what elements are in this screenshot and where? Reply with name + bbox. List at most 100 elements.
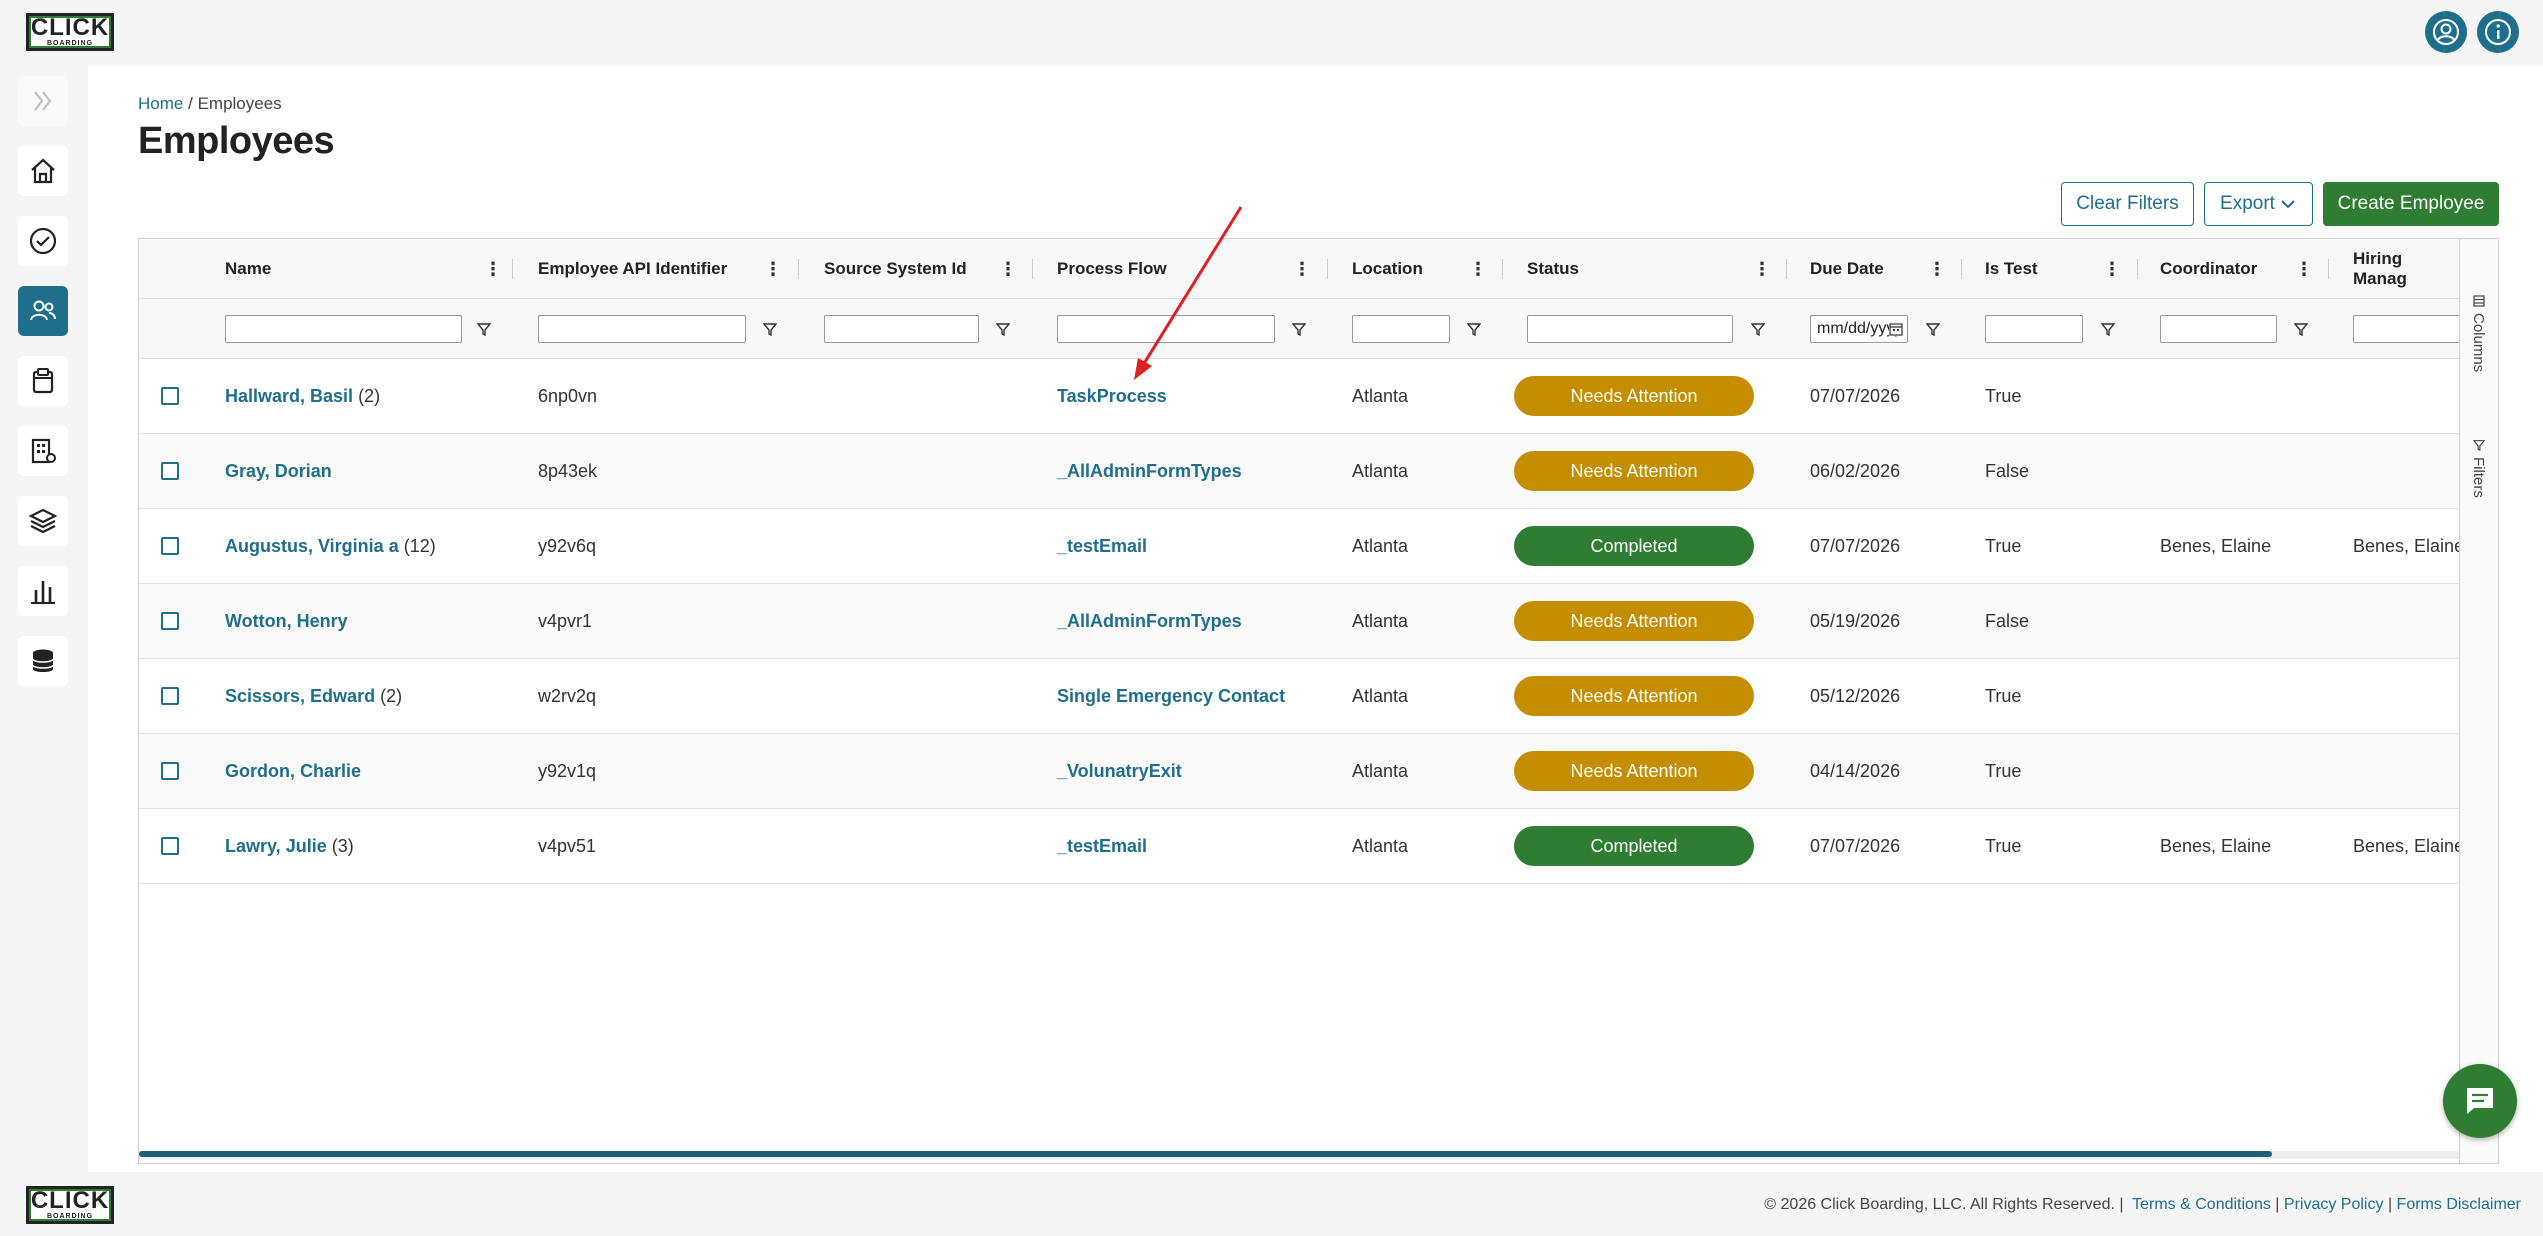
table-row[interactable]: Scissors, Edward (2) w2rv2q Single Emergenc… <box>139 659 2459 734</box>
process-flow-link[interactable]: _AllAdminFormTypes <box>1057 611 1242 632</box>
filter-icon[interactable] <box>2292 318 2310 340</box>
filter-input-status[interactable] <box>1527 315 1733 343</box>
cell-due-date: 07/07/2026 <box>1810 536 1901 556</box>
horizontal-scrollbar-thumb[interactable] <box>139 1151 2272 1157</box>
table-row[interactable]: Gordon, Charlie y92v1q _VolunatryExit Atlan… <box>139 734 2459 809</box>
cell-name: Gordon, Charlie <box>225 734 366 809</box>
clipboard-icon[interactable] <box>18 356 68 406</box>
filter-input-is-test[interactable] <box>1985 315 2083 343</box>
filter-icon[interactable] <box>994 318 1012 340</box>
filter-input-location[interactable] <box>1352 315 1450 343</box>
row-checkbox[interactable] <box>161 387 179 405</box>
filter-icon[interactable] <box>1290 318 1308 340</box>
app-logo[interactable]: CLICK BOARDING <box>26 13 114 51</box>
col-header-location[interactable]: Location <box>1352 239 1423 299</box>
chat-button[interactable] <box>2443 1064 2517 1138</box>
column-divider <box>1786 259 1787 279</box>
filter-input-due-date[interactable]: mm/dd/yyyy <box>1810 315 1908 343</box>
footer-separator: | <box>2275 1196 2280 1213</box>
filter-icon[interactable] <box>761 318 779 340</box>
column-menu-icon[interactable]: ⋮ <box>2295 239 2313 299</box>
row-checkbox[interactable] <box>161 462 179 480</box>
terms-link[interactable]: Terms & Conditions <box>2132 1196 2271 1213</box>
bar-chart-icon[interactable] <box>18 566 68 616</box>
employee-name-link[interactable]: Wotton, Henry <box>225 611 348 632</box>
column-menu-icon[interactable]: ⋮ <box>1469 239 1487 299</box>
row-checkbox[interactable] <box>161 762 179 780</box>
employee-name-link[interactable]: Augustus, Virginia a <box>225 536 399 557</box>
row-checkbox[interactable] <box>161 537 179 555</box>
disclaimer-link[interactable]: Forms Disclaimer <box>2397 1196 2521 1213</box>
people-icon[interactable] <box>18 286 68 336</box>
filter-icon[interactable] <box>2099 318 2117 340</box>
table-row[interactable]: Augustus, Virginia a (12) y92v6q _testEmail… <box>139 509 2459 584</box>
filter-icon[interactable] <box>1465 318 1483 340</box>
employee-name-link[interactable]: Gordon, Charlie <box>225 761 361 782</box>
col-header-source-id[interactable]: Source System Id <box>824 239 967 299</box>
process-flow-link[interactable]: _AllAdminFormTypes <box>1057 461 1242 482</box>
col-header-status[interactable]: Status <box>1527 239 1579 299</box>
row-checkbox[interactable] <box>161 612 179 630</box>
col-header-name[interactable]: Name <box>225 239 271 299</box>
user-circle-icon[interactable] <box>2425 11 2467 53</box>
filter-icon[interactable] <box>1749 318 1767 340</box>
table-row[interactable]: Hallward, Basil (2) 6np0vn TaskProcess Atlan… <box>139 359 2459 434</box>
employee-name-link[interactable]: Gray, Dorian <box>225 461 332 482</box>
col-header-hiring-manager[interactable]: Hiring Manag <box>2353 239 2459 299</box>
row-checkbox[interactable] <box>161 687 179 705</box>
column-menu-icon[interactable]: ⋮ <box>1293 239 1311 299</box>
column-menu-icon[interactable]: ⋮ <box>764 239 782 299</box>
filter-icon[interactable] <box>475 318 493 340</box>
filter-input-name[interactable] <box>225 315 462 343</box>
filter-input-api-id[interactable] <box>538 315 746 343</box>
privacy-link[interactable]: Privacy Policy <box>2284 1196 2384 1213</box>
cell-due-date: 05/12/2026 <box>1810 686 1901 706</box>
table-row[interactable]: Gray, Dorian 8p43ek _AllAdminFormTypes Atla… <box>139 434 2459 509</box>
col-header-is-test[interactable]: Is Test <box>1985 239 2038 299</box>
col-header-coordinator[interactable]: Coordinator <box>2160 239 2257 299</box>
export-button[interactable]: Export <box>2204 182 2313 226</box>
clear-filters-button[interactable]: Clear Filters <box>2061 182 2194 226</box>
create-employee-button[interactable]: Create Employee <box>2323 182 2499 226</box>
column-menu-icon[interactable]: ⋮ <box>1753 239 1771 299</box>
building-settings-icon[interactable] <box>18 426 68 476</box>
breadcrumb: Home / Employees <box>138 94 282 114</box>
employee-name-link[interactable]: Lawry, Julie <box>225 836 327 857</box>
info-icon[interactable] <box>2477 11 2519 53</box>
filter-input-hiring-manager[interactable] <box>2353 315 2459 343</box>
filter-input-process-flow[interactable] <box>1057 315 1275 343</box>
employee-name-link[interactable]: Hallward, Basil <box>225 386 353 407</box>
column-divider <box>1327 259 1328 279</box>
col-header-process-flow[interactable]: Process Flow <box>1057 239 1167 299</box>
home-icon[interactable] <box>18 146 68 196</box>
filter-input-source-id[interactable] <box>824 315 979 343</box>
cell-process-flow: _AllAdminFormTypes <box>1057 584 1242 659</box>
table-row[interactable]: Wotton, Henry v4pvr1 _AllAdminFormTypes Atl… <box>139 584 2459 659</box>
cell-process-flow: Single Emergency Contact <box>1057 659 1285 734</box>
process-flow-link[interactable]: _testEmail <box>1057 536 1147 557</box>
process-flow-link[interactable]: Single Emergency Contact <box>1057 686 1285 707</box>
calendar-icon[interactable] <box>1889 322 1903 336</box>
employee-name-link[interactable]: Scissors, Edward <box>225 686 375 707</box>
process-flow-link[interactable]: TaskProcess <box>1057 386 1167 407</box>
breadcrumb-home[interactable]: Home <box>138 94 183 113</box>
column-menu-icon[interactable]: ⋮ <box>484 239 502 299</box>
column-menu-icon[interactable]: ⋮ <box>1928 239 1946 299</box>
process-flow-link[interactable]: _VolunatryExit <box>1057 761 1182 782</box>
column-menu-icon[interactable]: ⋮ <box>999 239 1017 299</box>
col-header-api-id[interactable]: Employee API Identifier <box>538 239 727 299</box>
column-menu-icon[interactable]: ⋮ <box>2103 239 2121 299</box>
filter-input-coordinator[interactable] <box>2160 315 2277 343</box>
database-icon[interactable] <box>18 636 68 686</box>
sidebar <box>0 66 88 1172</box>
layers-icon[interactable] <box>18 496 68 546</box>
process-flow-link[interactable]: _testEmail <box>1057 836 1147 857</box>
check-circle-icon[interactable] <box>18 216 68 266</box>
filter-icon[interactable] <box>1924 318 1942 340</box>
columns-panel-tab[interactable]: Columns <box>2470 295 2487 372</box>
row-checkbox[interactable] <box>161 837 179 855</box>
filters-panel-tab[interactable]: Filters <box>2470 439 2487 498</box>
col-header-due-date[interactable]: Due Date <box>1810 239 1884 299</box>
expand-icon[interactable] <box>18 76 68 126</box>
table-row[interactable]: Lawry, Julie (3) v4pv51 _testEmail Atlanta Co… <box>139 809 2459 884</box>
